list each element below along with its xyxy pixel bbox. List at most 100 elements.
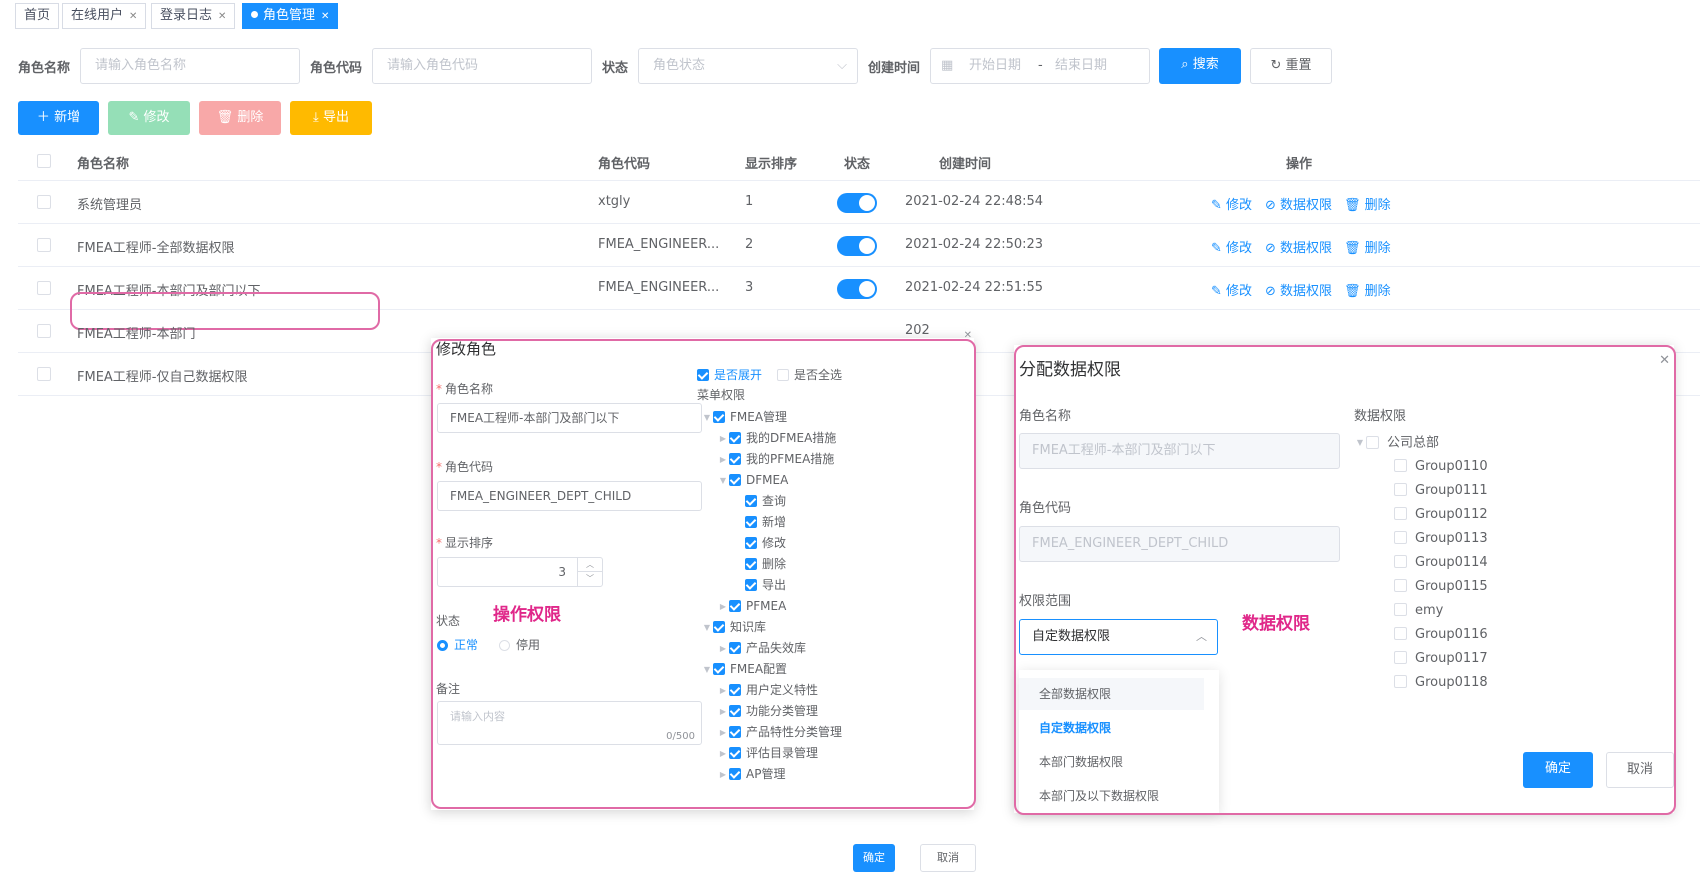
col-sort: 显示排序 [745, 157, 798, 172]
trash-icon: 🗑 [1344, 284, 1361, 299]
highlight-outline [431, 339, 976, 809]
role-code-label: 角色代码 [310, 61, 363, 76]
row-checkbox[interactable] [37, 324, 51, 338]
check-circle-icon: ⊘ [1265, 198, 1276, 213]
row-edit-link[interactable]: ✎ 修改 [1211, 237, 1252, 256]
select-all-checkbox[interactable] [37, 154, 51, 168]
edit-cancel-button[interactable]: 取消 [920, 844, 976, 872]
row-checkbox[interactable] [37, 238, 51, 252]
tab-role-management[interactable]: 角色管理 ✕ [242, 3, 339, 29]
row-delete-link[interactable]: 🗑 删除 [1344, 280, 1391, 299]
role-sort: 3 [745, 280, 754, 295]
created-time: 202 [905, 323, 930, 338]
status-placeholder: 角色状态 [653, 58, 706, 73]
tab-online-users[interactable]: 在线用户 ✕ [62, 3, 147, 29]
refresh-icon: ↻ [1270, 58, 1282, 73]
row-checkbox[interactable] [37, 195, 51, 209]
row-edit-label: 修改 [1226, 198, 1253, 213]
row-delete-link[interactable]: 🗑 删除 [1344, 194, 1391, 213]
tab-label: 首页 [24, 8, 51, 23]
edit-confirm-button[interactable]: 确定 [853, 844, 895, 872]
search-icon: ⌕ [1181, 57, 1189, 72]
role-name-input[interactable]: 请输入角色名称 [80, 48, 300, 84]
role-name-label: 角色名称 [18, 61, 71, 76]
add-label: 新增 [54, 110, 81, 125]
row-delete-label: 删除 [1364, 241, 1391, 256]
role-name: FMEA工程师-全部数据权限 [77, 241, 235, 256]
role-code-input[interactable]: 请输入角色代码 [372, 48, 592, 84]
row-data-scope-label: 数据权限 [1280, 241, 1333, 256]
search-button[interactable]: ⌕ 搜索 [1159, 48, 1241, 84]
range-separator: - [1038, 58, 1043, 73]
created-time-label: 创建时间 [868, 61, 921, 76]
status-switch[interactable] [837, 193, 877, 213]
created-time: 2021-02-24 22:50:23 [905, 237, 1044, 252]
role-sort: 2 [745, 237, 754, 252]
role-code: FMEA_ENGINEER... [598, 237, 720, 252]
tab-home[interactable]: 首页 [15, 3, 60, 29]
close-icon[interactable]: ✕ [321, 11, 329, 22]
row-data-scope-link[interactable]: ⊘ 数据权限 [1265, 194, 1332, 213]
created-time: 2021-02-24 22:51:55 [905, 280, 1044, 295]
check-circle-icon: ⊘ [1265, 284, 1276, 299]
col-role-code: 角色代码 [598, 157, 651, 172]
add-button[interactable]: ＋ 新增 [18, 101, 99, 135]
status-switch[interactable] [837, 236, 877, 256]
tags-view: 首页 在线用户 ✕ 登录日志 ✕ 角色管理 ✕ [0, 0, 1700, 32]
date-range-picker[interactable]: ▦ 开始日期 - 结束日期 [930, 48, 1150, 84]
row-edit-link[interactable]: ✎ 修改 [1211, 280, 1252, 299]
col-actions: 操作 [1286, 157, 1313, 172]
role-sort: 1 [745, 194, 754, 209]
edit-label: 修改 [143, 110, 170, 125]
role-name: FMEA工程师-仅自己数据权限 [77, 370, 248, 385]
row-data-scope-link[interactable]: ⊘ 数据权限 [1265, 280, 1332, 299]
edit-icon: ✎ [128, 110, 140, 125]
created-time: 2021-02-24 22:48:54 [905, 194, 1044, 209]
end-date-input[interactable]: 结束日期 [1055, 49, 1107, 83]
close-icon[interactable]: ✕ [129, 11, 137, 22]
row-edit-label: 修改 [1226, 241, 1253, 256]
tab-label: 登录日志 [160, 8, 213, 23]
row-checkbox[interactable] [37, 281, 51, 295]
table-header: 角色名称 角色代码 显示排序 状态 创建时间 操作 [18, 141, 1700, 181]
row-checkbox[interactable] [37, 367, 51, 381]
status-select[interactable]: 角色状态 ⌵ [638, 48, 858, 84]
row-data-scope-label: 数据权限 [1280, 284, 1333, 299]
calendar-icon: ▦ [941, 58, 954, 73]
reset-button-label: 重置 [1285, 58, 1312, 73]
chevron-down-icon: ⌵ [837, 58, 847, 73]
role-name: 系统管理员 [77, 198, 143, 213]
export-button[interactable]: ⤓ 导出 [290, 101, 372, 135]
status-switch[interactable] [837, 279, 877, 299]
trash-icon: 🗑 [1344, 198, 1361, 213]
edit-button[interactable]: ✎ 修改 [108, 101, 190, 135]
row-edit-label: 修改 [1226, 284, 1253, 299]
row-delete-link[interactable]: 🗑 删除 [1344, 237, 1391, 256]
row-delete-label: 删除 [1364, 284, 1391, 299]
edit-icon: ✎ [1211, 198, 1222, 213]
edit-icon: ✎ [1211, 284, 1222, 299]
check-circle-icon: ⊘ [1265, 241, 1276, 256]
highlight-outline [1014, 345, 1676, 815]
row-edit-link[interactable]: ✎ 修改 [1211, 194, 1252, 213]
start-date-input[interactable]: 开始日期 [969, 49, 1021, 83]
tab-label: 角色管理 [263, 8, 316, 23]
edit-icon: ✎ [1211, 241, 1222, 256]
role-code: FMEA_ENGINEER... [598, 280, 720, 295]
table-row[interactable]: 系统管理员 xtgly 1 2021-02-24 22:48:54 ✎ 修改 ⊘… [18, 181, 1700, 224]
reset-button[interactable]: ↻ 重置 [1250, 48, 1332, 84]
table-row[interactable]: FMEA工程师-全部数据权限 FMEA_ENGINEER... 2 2021-0… [18, 224, 1700, 267]
delete-label: 删除 [237, 110, 264, 125]
tab-login-log[interactable]: 登录日志 ✕ [151, 3, 236, 29]
col-created: 创建时间 [939, 157, 992, 172]
col-status: 状态 [844, 157, 871, 172]
status-label: 状态 [602, 61, 629, 76]
tab-label: 在线用户 [71, 8, 124, 23]
plus-icon: ＋ [36, 110, 50, 125]
delete-button[interactable]: 🗑 删除 [199, 101, 281, 135]
role-name: FMEA工程师-本部门 [77, 327, 196, 342]
row-data-scope-link[interactable]: ⊘ 数据权限 [1265, 237, 1332, 256]
download-icon: ⤓ [313, 110, 319, 125]
search-button-label: 搜索 [1192, 57, 1219, 72]
close-icon[interactable]: ✕ [218, 11, 226, 22]
